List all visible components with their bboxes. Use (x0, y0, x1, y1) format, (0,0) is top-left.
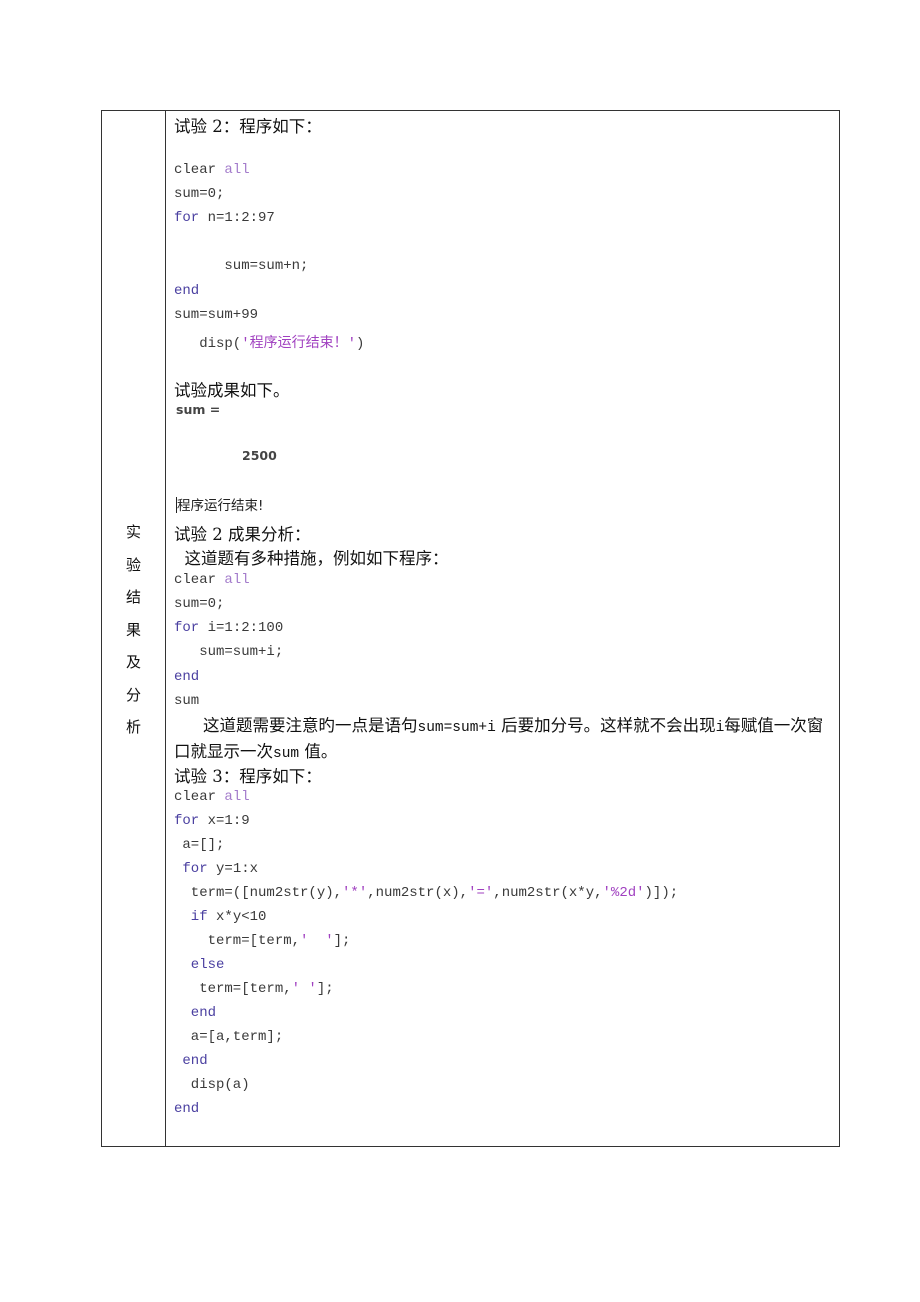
code-line: sum=0; (174, 186, 225, 202)
output-message-text: 程序运行结束! (177, 498, 264, 514)
code-line: a=[]; (174, 837, 225, 853)
analysis-heading: 试验 2 成果分析： (174, 525, 311, 544)
code-token: ) (356, 336, 365, 352)
code-token: all (224, 789, 250, 805)
output-sum-label: sum = (176, 402, 221, 417)
code-string: '%2d' (602, 885, 645, 901)
code-line: end (174, 1053, 208, 1069)
code-token: term=[term, (174, 981, 292, 997)
code-token: ,num2str(x), (367, 885, 469, 901)
code-token: ,num2str(x*y, (493, 885, 603, 901)
code-line: for n=1:2:97 (174, 210, 275, 226)
code-string: '=' (468, 885, 494, 901)
analysis-note: 这道题需要注意旳一点是语句sum=sum+i 后要加分号。这样就不会出现i每赋值… (174, 714, 835, 766)
code-token: x=1:9 (199, 813, 250, 829)
code-keyword: for (174, 813, 200, 829)
code-token: ]; (316, 981, 334, 997)
side-char: 果 (125, 620, 141, 639)
code-token: ]; (333, 933, 351, 949)
code-line: end (174, 283, 200, 299)
code-token: i=1:2:100 (199, 620, 284, 636)
code-token: clear (174, 789, 225, 805)
column-divider (165, 111, 166, 1146)
code-line: term=[term,' ']; (174, 933, 351, 949)
code-line: clear all (174, 572, 250, 588)
code-line: for y=1:x (174, 861, 258, 877)
code-line: sum=sum+99 (174, 307, 259, 323)
code-line: sum=sum+n; (174, 258, 309, 274)
code-token: clear (174, 572, 225, 588)
side-char: 验 (125, 555, 141, 574)
code-token: clear (174, 162, 225, 178)
code-token: y=1:x (207, 861, 259, 877)
code-line: for i=1:2:100 (174, 620, 283, 636)
code-line: else (174, 957, 225, 973)
code-keyword: for (174, 620, 200, 636)
side-char: 结 (125, 588, 141, 606)
code-line: if x*y<10 (174, 909, 267, 925)
side-char: 析 (125, 718, 141, 736)
note-text: 这道题需要注意旳一点是语句 (203, 716, 418, 735)
experiment-table: 实 验 结 果 及 分 析 试验 2：程序如下： clear all sum=0… (101, 110, 840, 1147)
code-token: all (224, 572, 250, 588)
code-token: term=([num2str(y), (174, 885, 343, 901)
note-text: 值。 (299, 742, 338, 761)
code-line: clear all (174, 789, 250, 805)
code-line: end (174, 669, 200, 685)
code-token: disp( (174, 336, 242, 352)
code-line: for x=1:9 (174, 813, 250, 829)
code-keyword: for (174, 210, 200, 226)
note-text: 后要加分号。这样就不会出现 (495, 716, 716, 735)
exp3-heading: 试验 3：程序如下： (174, 767, 322, 786)
result-heading: 试验成果如下。 (174, 381, 290, 400)
output-sum-value: 2500 (242, 448, 277, 463)
code-string: '*' (342, 885, 368, 901)
exp2-heading: 试验 2：程序如下： (174, 117, 322, 136)
code-line: end (174, 1005, 217, 1021)
side-char: 及 (125, 653, 141, 671)
note-code: sum (273, 746, 300, 762)
output-message: 程序运行结束! (176, 494, 263, 514)
code-line: end (174, 1101, 200, 1117)
code-keyword: for (174, 861, 208, 877)
code-line: sum=sum+i; (174, 644, 284, 660)
code-string: ' ' (291, 981, 317, 997)
side-label: 实 验 结 果 及 分 析 (102, 516, 165, 744)
note-code: sum=sum+i (417, 720, 496, 736)
code-line: term=([num2str(y),'*',num2str(x),'=',num… (174, 885, 678, 901)
code-string: ' ' (300, 933, 334, 949)
code-token: term=[term, (174, 933, 301, 949)
code-line: term=[term,' ']; (174, 981, 334, 997)
analysis-intro: 这道题有多种措施，例如如下程序： (174, 549, 449, 568)
code-line: a=[a,term]; (174, 1029, 284, 1045)
code-line: disp(a) (174, 1077, 250, 1093)
code-token: )]); (644, 885, 679, 901)
code-keyword: if (174, 909, 208, 925)
side-char: 实 (125, 523, 141, 541)
code-token: x*y<10 (207, 909, 267, 925)
code-token: n=1:2:97 (199, 210, 275, 226)
code-line: sum (174, 693, 200, 709)
code-line: sum=0; (174, 596, 225, 612)
code-line: clear all (174, 162, 250, 178)
code-token: all (224, 162, 250, 178)
note-code: i (715, 720, 725, 736)
code-line: disp('程序运行结束！') (174, 332, 364, 352)
side-char: 分 (125, 685, 141, 704)
code-string: '程序运行结束！' (241, 336, 357, 352)
